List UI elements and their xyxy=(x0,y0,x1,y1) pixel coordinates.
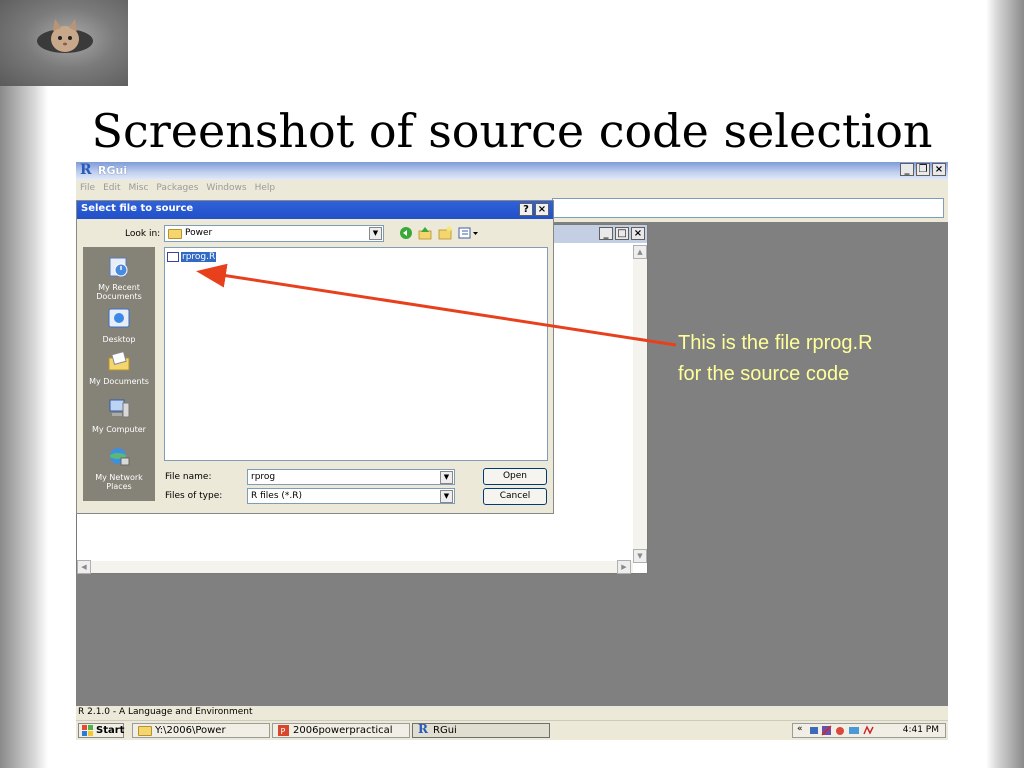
folder-icon xyxy=(168,229,182,239)
clock: 4:41 PM xyxy=(902,725,939,735)
file-name-field[interactable]: rprog ▼ xyxy=(247,469,455,485)
start-label: Start xyxy=(96,725,125,736)
powerpoint-icon: P xyxy=(278,725,289,736)
network-places-icon xyxy=(110,448,130,466)
dialog-titlebar[interactable]: Select file to source ? × xyxy=(77,201,553,219)
menu-misc[interactable]: Misc xyxy=(129,183,149,193)
tray-expand-icon[interactable]: « xyxy=(797,724,803,734)
start-button[interactable]: Start xyxy=(78,723,124,738)
windows-flag-icon xyxy=(82,725,93,736)
view-menu-icon[interactable] xyxy=(458,226,480,240)
kitten-image xyxy=(37,19,93,53)
toolbar-field[interactable] xyxy=(552,198,944,218)
menu-bar: File Edit Misc Packages Windows Help xyxy=(76,180,948,196)
menu-file[interactable]: File xyxy=(80,183,95,193)
open-button[interactable]: Open xyxy=(483,468,547,485)
back-icon[interactable] xyxy=(399,226,413,240)
file-item-rprog[interactable]: rprog.R xyxy=(167,250,217,263)
cancel-button[interactable]: Cancel xyxy=(483,488,547,505)
chevron-down-icon[interactable]: ▼ xyxy=(369,227,382,240)
rgui-title: RGui xyxy=(98,164,128,177)
place-desktop[interactable]: Desktop xyxy=(83,307,155,344)
scroll-left-arrow-icon[interactable]: ◀ xyxy=(77,560,91,574)
file-name-value: rprog xyxy=(251,472,276,482)
dialog-title: Select file to source xyxy=(81,203,194,214)
place-my-computer[interactable]: My Computer xyxy=(83,397,155,434)
my-computer-icon xyxy=(109,399,130,418)
select-file-dialog: Select file to source ? × Look in: Power… xyxy=(76,200,554,514)
taskbar: Start Y:\2006\Power P 2006powerpractical… xyxy=(76,720,948,740)
help-button[interactable]: ? xyxy=(519,203,533,216)
console-vertical-scrollbar[interactable]: ▲ ▼ xyxy=(633,245,647,563)
minimize-button[interactable]: _ xyxy=(900,163,914,176)
file-name-dropdown-icon[interactable]: ▼ xyxy=(440,471,453,484)
scroll-down-arrow-icon[interactable]: ▼ xyxy=(633,549,647,563)
r-file-icon xyxy=(167,251,179,262)
slide-title: Screenshot of source code selection xyxy=(91,104,933,158)
menu-windows[interactable]: Windows xyxy=(206,183,246,193)
my-documents-icon xyxy=(108,351,130,371)
kitten-logo xyxy=(0,0,128,86)
task-r-icon: R xyxy=(418,723,428,736)
look-in-value: Power xyxy=(185,228,213,238)
menu-edit[interactable]: Edit xyxy=(103,183,120,193)
place-my-recent-documents[interactable]: My Recent Documents xyxy=(83,255,155,301)
desktop-icon xyxy=(108,308,130,328)
task-explorer-folder[interactable]: Y:\2006\Power xyxy=(132,723,270,738)
annotation-text: This is the file rprog.R for the source … xyxy=(678,332,873,385)
scroll-up-arrow-icon[interactable]: ▲ xyxy=(633,245,647,259)
file-type-dropdown-icon[interactable]: ▼ xyxy=(440,490,453,503)
file-name-label: File name: xyxy=(165,472,212,482)
console-close-button[interactable]: × xyxy=(631,227,645,240)
places-bar: My Recent Documents Desktop My Documents… xyxy=(83,247,155,501)
new-folder-icon[interactable] xyxy=(438,226,452,240)
task-rgui[interactable]: R RGui xyxy=(412,723,550,738)
task-folder-icon xyxy=(138,726,152,736)
status-text: R 2.1.0 - A Language and Environment xyxy=(78,707,253,717)
rgui-titlebar[interactable]: R RGui _ ❐ × xyxy=(76,162,948,180)
console-maximize-button[interactable]: □ xyxy=(615,227,629,240)
menu-help[interactable]: Help xyxy=(255,183,276,193)
system-tray: « 4:41 PM xyxy=(792,723,946,738)
menu-packages[interactable]: Packages xyxy=(156,183,198,193)
look-in-select[interactable]: Power ▼ xyxy=(164,225,384,242)
slide-left-gradient xyxy=(0,86,48,768)
svg-text:P: P xyxy=(281,727,286,736)
scroll-right-arrow-icon[interactable]: ▶ xyxy=(617,560,631,574)
console-horizontal-scrollbar[interactable]: ◀ ▶ xyxy=(77,560,633,574)
console-minimize-button[interactable]: _ xyxy=(599,227,613,240)
place-my-documents[interactable]: My Documents xyxy=(83,349,155,386)
file-type-label: Files of type: xyxy=(165,491,223,501)
close-button[interactable]: × xyxy=(932,163,946,176)
status-bar: R 2.1.0 - A Language and Environment xyxy=(76,706,948,720)
file-name-text: rprog.R xyxy=(181,251,217,262)
file-type-select[interactable]: R files (*.R) ▼ xyxy=(247,488,455,504)
file-list[interactable]: rprog.R xyxy=(164,247,548,461)
rgui-window: R RGui _ ❐ × File Edit Misc Packages Win… xyxy=(76,162,948,740)
dialog-close-button[interactable]: × xyxy=(535,203,549,216)
up-folder-icon[interactable] xyxy=(418,226,432,240)
place-my-network-places[interactable]: My Network Places xyxy=(83,445,155,491)
restore-button[interactable]: ❐ xyxy=(916,163,930,176)
task-powerpoint[interactable]: P 2006powerpractical xyxy=(272,723,410,738)
r-logo-icon: R xyxy=(80,162,92,178)
look-in-label: Look in: xyxy=(125,229,161,239)
recent-documents-icon xyxy=(109,257,128,277)
tray-icons[interactable] xyxy=(809,725,879,736)
file-type-value: R files (*.R) xyxy=(251,491,303,501)
